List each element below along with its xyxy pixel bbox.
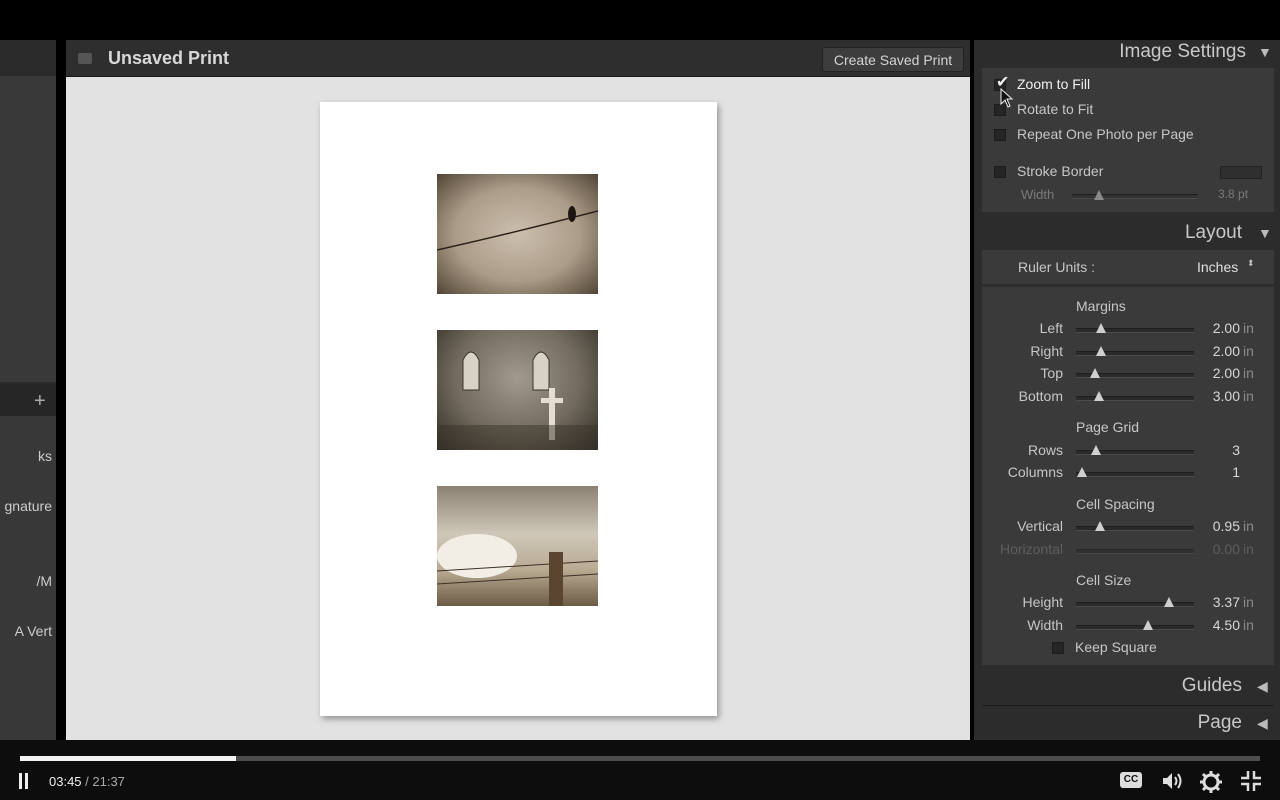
section-divider	[982, 705, 1274, 706]
guides-header[interactable]: Guides	[1182, 675, 1242, 697]
margin-right-slider-thumb[interactable]	[1096, 346, 1106, 356]
collapse-triangle-icon[interactable]: ▼	[1258, 225, 1272, 241]
columns-label: Columns	[1007, 464, 1063, 480]
rotate-to-fit-label[interactable]: Rotate to Fit	[1017, 101, 1093, 117]
template-item[interactable]: gnature	[5, 498, 52, 514]
unit-label: in	[1243, 343, 1254, 359]
spacing-horizontal-value: 0.00	[1212, 541, 1240, 557]
rows-slider-thumb[interactable]	[1091, 445, 1101, 455]
total-time: / 21:37	[81, 774, 125, 789]
cell-width-slider-thumb[interactable]	[1143, 620, 1153, 630]
spacing-vertical-value[interactable]: 0.95	[1213, 518, 1240, 534]
photo-cell-fence-post[interactable]	[437, 486, 598, 606]
photo-cell-bird-on-wire[interactable]	[437, 174, 598, 294]
video-progress-fill	[20, 756, 236, 761]
print-document-icon	[78, 53, 92, 64]
current-time: 03:45	[49, 774, 82, 789]
unit-label: in	[1243, 617, 1254, 633]
columns-slider[interactable]	[1076, 472, 1194, 477]
unit-label: in	[1243, 388, 1254, 404]
margin-right-label: Right	[1030, 343, 1063, 359]
layout-header[interactable]: Layout	[1185, 222, 1242, 244]
cell-width-slider[interactable]	[1076, 625, 1194, 630]
stroke-width-value: 3.8 pt	[1218, 187, 1249, 201]
margin-left-slider[interactable]	[1076, 328, 1194, 333]
closed-captions-icon[interactable]: CC	[1120, 772, 1142, 788]
columns-value[interactable]: 1	[1232, 464, 1240, 480]
margin-left-slider-thumb[interactable]	[1096, 323, 1106, 333]
page-header[interactable]: Page	[1198, 712, 1242, 734]
gear-icon[interactable]	[1199, 770, 1223, 794]
cell-width-value[interactable]: 4.50	[1213, 617, 1240, 633]
left-preview-area	[0, 76, 56, 382]
keep-square-label[interactable]: Keep Square	[1075, 639, 1157, 655]
image-settings-header[interactable]: Image Settings	[1119, 41, 1246, 63]
collapse-triangle-icon[interactable]: ▼	[1258, 44, 1272, 60]
unit-label: in	[1243, 320, 1254, 336]
spacing-vertical-label: Vertical	[1017, 518, 1063, 534]
stroke-width-label: Width	[1021, 187, 1055, 202]
pause-icon[interactable]	[19, 773, 29, 789]
stroke-border-label[interactable]: Stroke Border	[1017, 163, 1103, 179]
margin-top-value[interactable]: 2.00	[1213, 365, 1240, 381]
columns-slider-thumb[interactable]	[1077, 467, 1087, 477]
margin-top-slider-thumb[interactable]	[1090, 368, 1100, 378]
margin-bottom-label: Bottom	[1018, 388, 1063, 404]
margin-bottom-value[interactable]: 3.00	[1213, 388, 1240, 404]
keep-square-checkbox[interactable]	[1052, 642, 1064, 654]
select-arrows-icon[interactable]: ⬍	[1247, 258, 1255, 269]
mouse-cursor-icon	[1000, 88, 1014, 108]
zoom-to-fill-label[interactable]: Zoom to Fill	[1017, 76, 1090, 92]
add-template-icon[interactable]: +	[34, 390, 46, 413]
margin-left-label: Left	[1039, 320, 1063, 336]
template-item[interactable]: ks	[38, 448, 52, 464]
template-item[interactable]: A Vert	[15, 623, 52, 639]
photo-cell-ruined-chapel[interactable]	[437, 330, 598, 450]
video-control-bar	[0, 740, 1280, 800]
cell-width-label: Width	[1027, 617, 1063, 633]
repeat-one-photo-checkbox[interactable]	[994, 129, 1006, 141]
template-browser-header	[0, 384, 56, 416]
playback-time: 03:45 / 21:37	[49, 774, 125, 789]
rows-label: Rows	[1027, 442, 1063, 458]
margin-right-value[interactable]: 2.00	[1213, 343, 1240, 359]
template-list: ks gnature /M A Vert	[0, 416, 56, 740]
cell-height-slider-thumb[interactable]	[1164, 597, 1174, 607]
template-item[interactable]: /M	[36, 573, 52, 589]
ruler-units-select[interactable]: Inches	[1197, 259, 1238, 275]
unit-label: in	[1243, 365, 1254, 381]
stroke-width-slider-thumb[interactable]	[1094, 190, 1104, 200]
cell-size-title: Cell Size	[1076, 572, 1132, 588]
ruler-units-label: Ruler Units :	[1018, 259, 1096, 275]
spacing-horizontal-label: Horizontal	[999, 541, 1063, 557]
stroke-color-swatch[interactable]	[1220, 166, 1262, 179]
unit-label: in	[1243, 594, 1254, 610]
stroke-width-slider[interactable]	[1072, 194, 1198, 199]
unit-label: in	[1243, 518, 1254, 534]
margin-right-slider[interactable]	[1076, 351, 1194, 356]
repeat-one-photo-label[interactable]: Repeat One Photo per Page	[1017, 126, 1194, 142]
create-saved-print-button[interactable]: Create Saved Print	[822, 47, 964, 72]
spacing-vertical-slider[interactable]	[1076, 526, 1194, 531]
margins-title: Margins	[1076, 298, 1126, 314]
volume-icon[interactable]	[1161, 771, 1185, 791]
cell-height-label: Height	[1022, 594, 1063, 610]
margin-left-value[interactable]: 2.00	[1213, 320, 1240, 336]
stroke-border-checkbox[interactable]	[994, 166, 1006, 178]
cell-spacing-title: Cell Spacing	[1076, 496, 1155, 512]
unit-label: in	[1243, 541, 1254, 557]
print-title: Unsaved Print	[108, 48, 230, 68]
cell-height-value[interactable]: 3.37	[1213, 594, 1240, 610]
rows-value[interactable]: 3	[1232, 442, 1240, 458]
cell-height-slider[interactable]	[1076, 602, 1194, 607]
margin-top-label: Top	[1040, 365, 1063, 381]
margin-bottom-slider-thumb[interactable]	[1094, 391, 1104, 401]
exit-fullscreen-icon[interactable]	[1240, 770, 1262, 792]
expand-triangle-icon[interactable]: ◀	[1257, 715, 1268, 732]
page-grid-title: Page Grid	[1076, 419, 1140, 435]
expand-triangle-icon[interactable]: ◀	[1257, 678, 1268, 695]
spacing-vertical-slider-thumb[interactable]	[1095, 521, 1105, 531]
spacing-horizontal-slider	[1076, 549, 1194, 554]
